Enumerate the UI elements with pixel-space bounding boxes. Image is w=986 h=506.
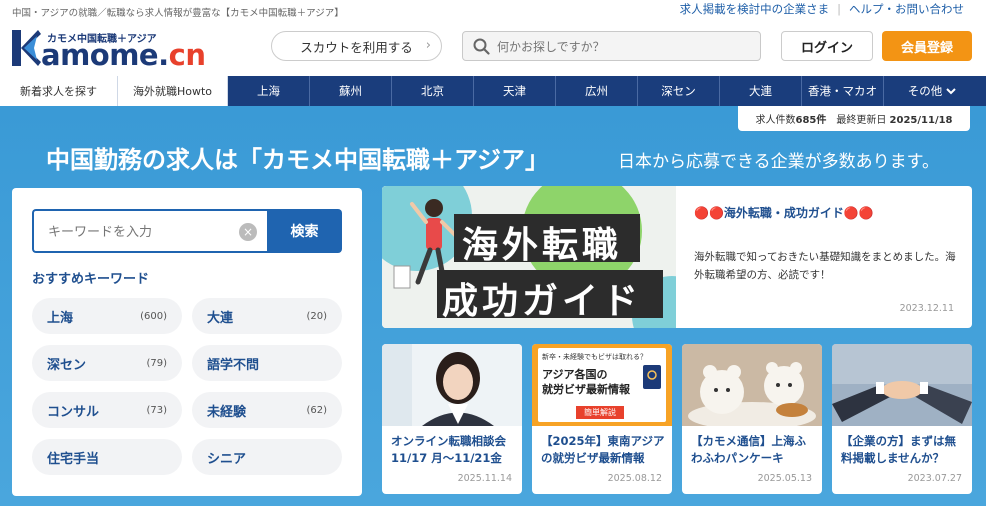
handshake-image [832, 344, 972, 426]
visa-info-image: 新卒・未経験でもビザは取れる？ アジア各国の 就労ビザ最新情報 簡単解説 [532, 344, 672, 426]
nav-city-beijing[interactable]: 北京 [392, 76, 474, 106]
site-logo[interactable]: カモメ中国転職＋アジア amome.cn [10, 26, 220, 72]
visa-image-caption-main1: アジア各国の [542, 368, 608, 381]
article-title: 【カモメ通信】上海ふわふわパンケーキ [691, 434, 806, 465]
pancake-bear-image [682, 344, 822, 426]
article-card[interactable]: 【カモメ通信】上海ふわふわパンケーキ 2025.05.13 [682, 344, 822, 494]
site-search-input[interactable] [497, 37, 747, 57]
guide-banner-line1: 海外転職 [462, 225, 623, 266]
woman-portrait-image [382, 344, 522, 426]
keyword-search-button[interactable]: 検索 [267, 209, 342, 253]
keyword-input-wrapper[interactable]: × [32, 209, 267, 253]
article-date: 2023.07.27 [907, 473, 962, 484]
nav-more[interactable]: その他 [884, 76, 980, 106]
scout-button[interactable]: スカウトを利用する › [271, 31, 442, 61]
article-title: 【企業の方】まずは無料掲載しませんか？ [841, 434, 956, 465]
link-for-companies[interactable]: 求人掲載を検討中の企業さま [680, 1, 830, 17]
keyword-chip[interactable]: シニア [192, 439, 342, 475]
hero-title: 中国勤務の求人は「カモメ中国転職＋アジア」 [46, 146, 550, 174]
scout-button-label: スカウトを利用する [300, 39, 413, 55]
article-date: 2025.05.13 [757, 473, 812, 484]
visa-image-caption-top: 新卒・未経験でもビザは取れる？ [542, 353, 647, 361]
register-button[interactable]: 会員登録 [882, 31, 972, 61]
hero-section: 求人件数685件 最終更新日 2025/11/18 中国勤務の求人は「カモメ中国… [0, 106, 986, 506]
chevron-right-icon: › [425, 38, 431, 53]
keyword-chip[interactable]: 上海 (600) [32, 298, 182, 334]
nav-city-dalian[interactable]: 大連 [720, 76, 802, 106]
visa-image-caption-bottom: 簡単解説 [576, 406, 624, 419]
nav-city-hongkong-macau[interactable]: 香港・マカオ [802, 76, 884, 106]
nav-city-guangzhou[interactable]: 広州 [556, 76, 638, 106]
article-date: 2025.11.14 [457, 473, 512, 484]
chevron-down-icon [946, 87, 956, 94]
article-title: オンライン転職相談会 11/17 月～11/21金 [391, 434, 506, 465]
main-nav: 新着求人を探す 海外就職Howto 上海 蘇州 北京 天津 広州 深セン 大連 … [0, 76, 986, 106]
article-title: 【2025年】東南アジアの就労ビザ最新情報 [541, 434, 665, 465]
passport-icon [643, 365, 661, 389]
last-updated: 最終更新日 2025/11/18 [836, 115, 953, 126]
keyword-chip[interactable]: 大連 (20) [192, 298, 342, 334]
article-card[interactable]: 新卒・未経験でもビザは取れる？ アジア各国の 就労ビザ最新情報 簡単解説 【20… [532, 344, 672, 494]
job-count: 求人件数685件 [755, 115, 827, 126]
logo-wordmark: amome.cn [41, 38, 206, 72]
site-tagline: 中国・アジアの就職／転職なら求人情報が豊富な【カモメ中国転職＋アジア】 [12, 8, 344, 19]
nav-city-tianjin[interactable]: 天津 [474, 76, 556, 106]
keyword-search-panel: × 検索 おすすめキーワード 上海(600) 大連(20) 深セン(79) 語学… [12, 188, 362, 496]
nav-city-suzhou[interactable]: 蘇州 [310, 76, 392, 106]
keyword-chip[interactable]: 未経験 (62) [192, 392, 342, 428]
kamome-k-mark [12, 30, 41, 66]
recommended-keywords-heading: おすすめキーワード [32, 272, 150, 287]
tab-new-jobs[interactable]: 新着求人を探す [0, 76, 118, 106]
article-date: 2025.08.12 [607, 473, 662, 484]
link-help[interactable]: ヘルプ・お問い合わせ [849, 1, 964, 17]
guide-date: 2023.12.11 [899, 303, 954, 314]
link-separator: | [837, 2, 841, 16]
site-search[interactable] [462, 31, 761, 61]
visa-image-caption-main2: 就労ビザ最新情報 [542, 383, 630, 396]
guide-title: 🔴🔴海外転職・成功ガイド🔴🔴 [694, 206, 874, 220]
nav-more-label: その他 [907, 84, 943, 98]
guide-description: 海外転職で知っておきたい基礎知識をまとめました。海外転職希望の方、必読です！ [694, 251, 956, 281]
clear-icon[interactable]: × [239, 223, 257, 241]
keyword-input[interactable] [48, 222, 228, 242]
guide-banner-image: 海外転職 成功ガイド [382, 186, 676, 328]
featured-guide-banner[interactable]: 海外転職 成功ガイド 🔴🔴海外転職・成功ガイド🔴🔴 海外転職で知っておきたい基礎… [382, 186, 972, 328]
keyword-chip[interactable]: 住宅手当 [32, 439, 182, 475]
keyword-chip[interactable]: コンサル (73) [32, 392, 182, 428]
guide-banner-line2: 成功ガイド [442, 281, 643, 322]
search-icon [473, 38, 490, 55]
nav-city-shenzhen[interactable]: 深セン [638, 76, 720, 106]
job-count-bar: 求人件数685件 最終更新日 2025/11/18 [738, 106, 970, 131]
login-button[interactable]: ログイン [781, 31, 873, 61]
nav-city-shanghai[interactable]: 上海 [228, 76, 310, 106]
article-card[interactable]: オンライン転職相談会 11/17 月～11/21金 2025.11.14 [382, 344, 522, 494]
keyword-chip[interactable]: 語学不問 [192, 345, 342, 381]
article-card[interactable]: 【企業の方】まずは無料掲載しませんか？ 2023.07.27 [832, 344, 972, 494]
hero-subtitle: 日本から応募できる企業が多数あります。 [618, 152, 939, 172]
top-links: 求人掲載を検討中の企業さま | ヘルプ・お問い合わせ [680, 1, 964, 17]
tab-overseas-howto[interactable]: 海外就職Howto [118, 76, 228, 106]
keyword-chip[interactable]: 深セン (79) [32, 345, 182, 381]
site-header: 中国・アジアの就職／転職なら求人情報が豊富な【カモメ中国転職＋アジア】 求人掲載… [0, 0, 986, 76]
